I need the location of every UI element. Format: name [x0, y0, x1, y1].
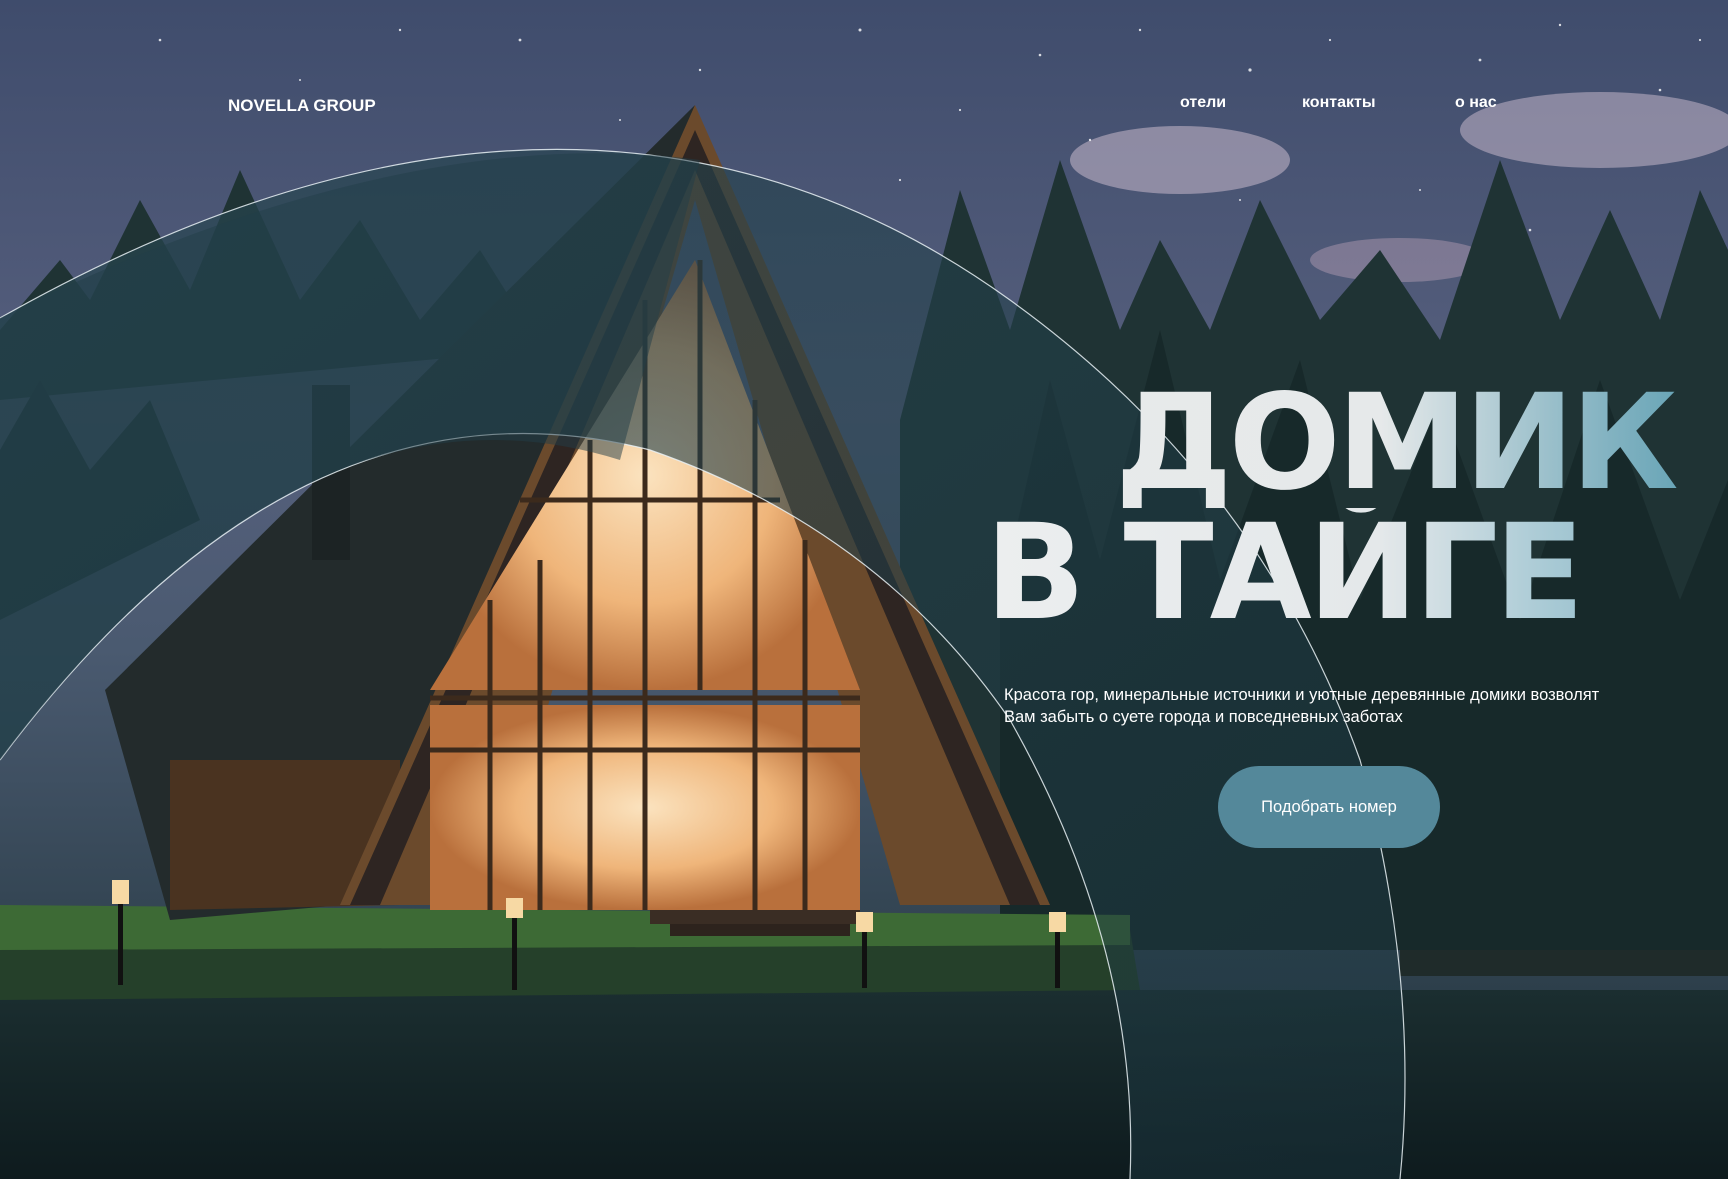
hero-description: Красота гор, минеральные источники и уют… [1004, 686, 1600, 726]
hero-title-line-2: В ТАЙГЕ [985, 507, 1705, 639]
choose-room-button[interactable]: Подобрать номер [1218, 766, 1440, 848]
hero-title: ДОМИК В ТАЙГЕ [985, 377, 1705, 639]
brand-logo-link[interactable]: NOVELLA GROUP [228, 96, 376, 116]
nav-link-hotels[interactable]: отели [1180, 94, 1226, 112]
hero-title-line-1: ДОМИК [985, 377, 1705, 509]
nav-link-contacts[interactable]: контакты [1302, 94, 1375, 112]
nav-link-about[interactable]: о нас [1455, 94, 1497, 112]
